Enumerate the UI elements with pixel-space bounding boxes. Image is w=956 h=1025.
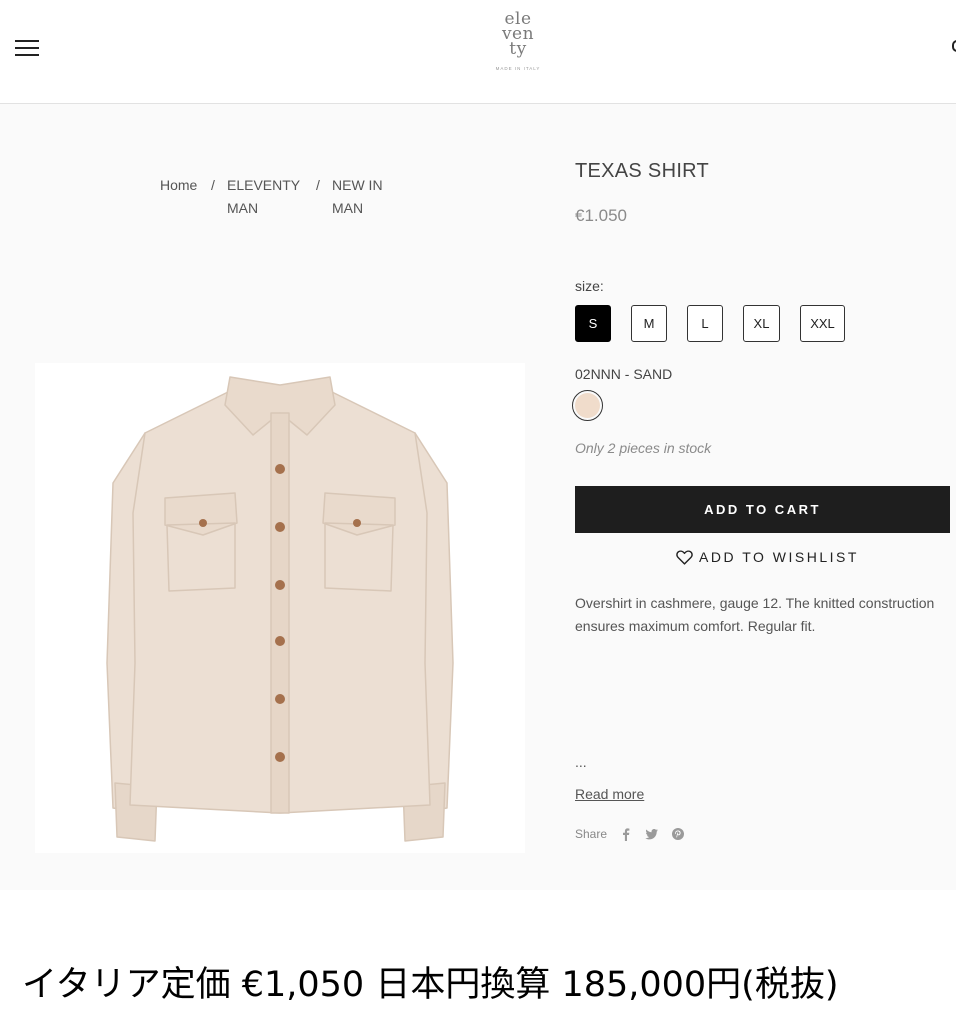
size-option-xl[interactable]: XL <box>743 305 780 342</box>
description-ellipsis: ... <box>575 754 587 770</box>
swatch-fill <box>575 393 600 418</box>
site-header: ele ven ty MADE IN ITALY <box>0 0 956 104</box>
facebook-icon[interactable] <box>619 827 633 841</box>
cart-icon[interactable] <box>952 40 956 52</box>
stock-notice: Only 2 pieces in stock <box>575 440 712 456</box>
product-title: TEXAS SHIRT <box>575 160 710 182</box>
breadcrumb-separator: / <box>316 177 320 193</box>
size-option-l[interactable]: L <box>687 305 723 342</box>
size-label: size: <box>575 278 604 294</box>
wishlist-label: ADD TO WISHLIST <box>699 549 859 565</box>
twitter-icon[interactable] <box>645 827 659 841</box>
shirt-illustration <box>106 376 454 842</box>
caption-text: イタリア定価 €1,050 日本円換算 185,000円(税抜) <box>22 965 839 1005</box>
add-to-cart-button[interactable]: ADD TO CART <box>575 486 950 533</box>
breadcrumb-separator: / <box>211 177 215 193</box>
product-price: €1.050 <box>575 206 627 225</box>
color-swatch-sand[interactable] <box>572 390 603 421</box>
share-label: Share <box>575 827 608 841</box>
size-option-xxl[interactable]: XXL <box>800 305 845 342</box>
size-option-m[interactable]: M <box>631 305 667 342</box>
heart-icon <box>676 549 693 565</box>
product-image[interactable] <box>35 363 525 853</box>
add-to-wishlist-button[interactable]: ADD TO WISHLIST <box>676 547 859 567</box>
brand-logo[interactable]: ele ven ty MADE IN ITALY <box>488 11 548 72</box>
breadcrumb-eleventy-man[interactable]: ELEVENTY MAN <box>227 174 300 220</box>
share-bar: Share <box>575 826 685 842</box>
pinterest-icon[interactable] <box>671 827 685 841</box>
breadcrumb-new-in-man[interactable]: NEW IN MAN <box>332 174 392 220</box>
size-selector: S M L XL XXL <box>575 305 875 342</box>
color-label: 02NNN - SAND <box>575 366 673 382</box>
product-section: Home / ELEVENTY MAN / NEW IN MAN TEXAS S… <box>0 104 956 890</box>
menu-icon[interactable] <box>15 40 39 58</box>
read-more-link[interactable]: Read more <box>575 786 644 802</box>
size-option-s[interactable]: S <box>575 305 611 342</box>
breadcrumb-home[interactable]: Home <box>160 174 197 197</box>
price-caption: イタリア定価 €1,050 日本円換算 185,000円(税抜) <box>0 890 956 1025</box>
product-description: Overshirt in cashmere, gauge 12. The kni… <box>575 595 935 634</box>
